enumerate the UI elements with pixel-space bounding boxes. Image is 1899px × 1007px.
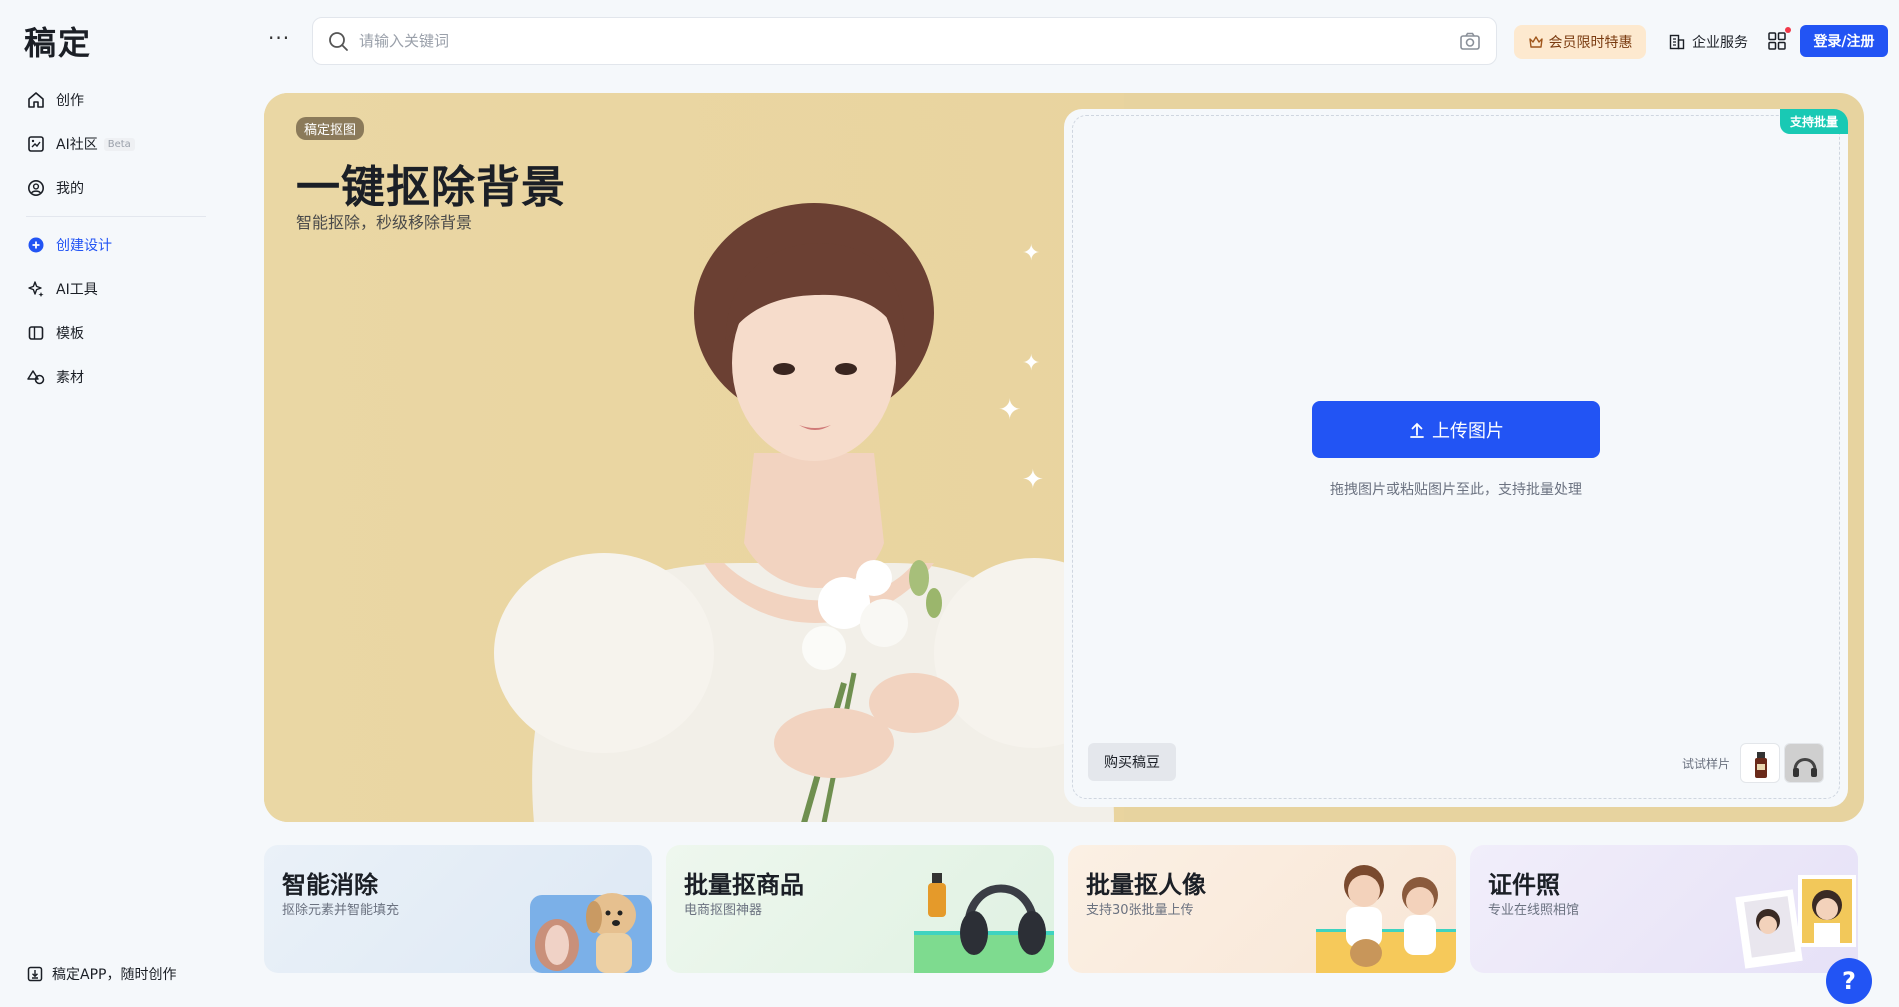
sidebar-item-create-design[interactable]: 创建设计 [16,223,211,267]
sparkle-decoration-icon: ✦ [1022,351,1041,376]
home-icon [26,90,46,110]
vip-promo-button[interactable]: 会员限时特惠 [1514,25,1646,59]
apps-grid-button[interactable] [1766,27,1791,52]
feature-card-smart-erase[interactable]: 智能消除 抠除元素并智能填充 [264,845,652,973]
sidebar-item-label: AI社区 [56,137,98,153]
sidebar-item-label: 我的 [56,181,84,197]
sample-label: 试试样片 [1682,757,1731,771]
search-input[interactable] [359,32,1458,50]
hero-title: 一键抠除背景 [296,162,566,213]
buy-credits-button[interactable]: 购买稿豆 [1088,743,1176,781]
beta-badge: Beta [103,137,135,151]
id-photo-illustration [1735,875,1856,969]
upload-dropzone[interactable]: 支持批量 上传图片 拖拽图片或粘贴图片至此，支持批量处理 购买稿豆 试试样片 [1064,109,1848,807]
enterprise-service-link[interactable]: 企业服务 [1668,25,1748,59]
sidebar: 稿定 创作 AI社区 Beta 我的 创建设计 AI工具 模板 素材 稿定APP… [0,0,240,1007]
upload-arrow-icon [1408,421,1426,439]
feature-title: 批量抠人像 [1086,871,1206,899]
search-bar [312,17,1497,65]
sidebar-divider [26,216,206,217]
sidebar-nav: 创作 AI社区 Beta 我的 创建设计 AI工具 模板 素材 [16,78,211,399]
notification-dot [1785,27,1791,33]
sidebar-item-label: AI工具 [56,282,98,298]
sidebar-item-label: 创作 [56,93,84,109]
upload-button-label: 上传图片 [1432,420,1504,442]
sparkle-decoration-icon: ✦ [998,393,1022,426]
sidebar-item-create[interactable]: 创作 [16,78,211,122]
feature-card-batch-portrait[interactable]: 批量抠人像 支持30张批量上传 [1068,845,1456,973]
sparkle-decoration-icon: ✦ [1022,241,1041,266]
enterprise-label: 企业服务 [1692,35,1748,51]
sidebar-item-ai-tools[interactable]: AI工具 [16,267,211,311]
plus-circle-icon [26,235,46,255]
sparkle-decoration-icon: ✦ [1022,465,1044,495]
user-icon [26,178,46,198]
feature-title: 智能消除 [282,871,378,899]
feature-subtitle: 支持30张批量上传 [1086,903,1194,918]
sidebar-item-ai-community[interactable]: AI社区 Beta [16,122,211,166]
feature-title: 批量抠商品 [684,871,804,899]
hero-left-panel: ✦ ✦ ✦ ✦ 稿定抠图 一键抠除背景 智能抠除，秒级移除背景 [264,93,1134,822]
sidebar-item-label: 素材 [56,370,84,386]
more-menu-button[interactable]: ··· [268,28,290,48]
hero-subtitle: 智能抠除，秒级移除背景 [296,213,473,232]
sample-thumbnail-bottle[interactable] [1740,743,1780,783]
woman-portrait-image [494,203,1134,822]
sidebar-item-templates[interactable]: 模板 [16,311,211,355]
material-icon [26,367,46,387]
app-logo[interactable]: 稿定 [24,18,92,64]
building-icon [1668,33,1686,51]
bottle-image [1755,752,1767,778]
feature-subtitle: 专业在线照相馆 [1488,903,1580,918]
sidebar-item-materials[interactable]: 素材 [16,355,211,399]
login-register-button[interactable]: 登录/注册 [1800,25,1888,57]
feature-subtitle: 电商抠图神器 [684,903,763,918]
app-download-label: 稿定APP，随时创作 [52,967,177,983]
search-icon [327,30,349,52]
app-download-link[interactable]: 稿定APP，随时创作 [26,964,176,984]
crown-icon [1528,34,1544,50]
product-tag: 稿定抠图 [296,117,365,140]
grid-icon [1768,32,1786,50]
vip-label: 会员限时特惠 [1548,35,1633,51]
feature-subtitle: 抠除元素并智能填充 [282,903,400,918]
batch-support-badge: 支持批量 [1779,109,1848,134]
camera-search-icon[interactable] [1458,29,1482,53]
children-portrait-illustration [1316,865,1456,973]
sidebar-item-label: 创建设计 [56,238,112,254]
feature-card-id-photo[interactable]: 证件照 专业在线照相馆 [1470,845,1858,973]
sidebar-item-mine[interactable]: 我的 [16,166,211,210]
headphones-image [1785,744,1823,782]
dog-illustration [530,893,652,973]
template-icon [26,323,46,343]
ai-community-icon [26,134,46,154]
feature-title: 证件照 [1488,871,1560,899]
download-icon [26,965,44,983]
sidebar-item-label: 模板 [56,326,84,342]
sparkle-icon [26,279,46,299]
hero-banner: ✦ ✦ ✦ ✦ 稿定抠图 一键抠除背景 智能抠除，秒级移除背景 支持批量 上传图… [264,93,1864,822]
help-button[interactable]: ? [1826,958,1872,1004]
feature-card-batch-product[interactable]: 批量抠商品 电商抠图神器 [666,845,1054,973]
upload-image-button[interactable]: 上传图片 [1312,401,1600,458]
upload-hint-text: 拖拽图片或粘贴图片至此，支持批量处理 [1330,482,1582,498]
sample-thumbnail-headphones[interactable] [1784,743,1824,783]
headphones-product-illustration [914,873,1054,973]
